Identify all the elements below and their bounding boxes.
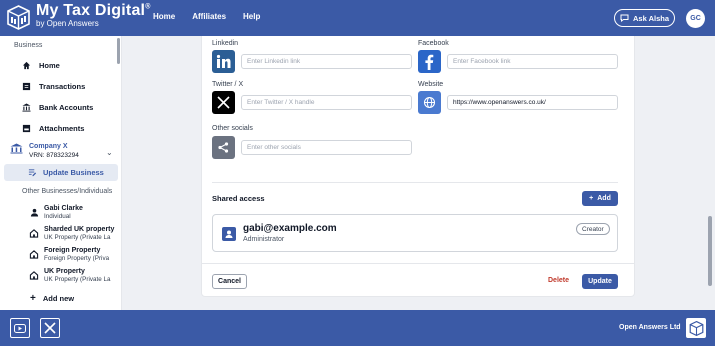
linkedin-input[interactable]: Enter Linkedin link (241, 54, 412, 69)
brand-title: My Tax Digital® (36, 2, 151, 19)
chevron-down-icon[interactable]: ⌄ (106, 148, 113, 157)
attachments-icon (22, 124, 31, 133)
shared-access-user: gabi@example.com Administrator Creator (212, 214, 618, 252)
share-icon (212, 136, 235, 159)
sidebar-item-attachments[interactable]: Attachments (22, 124, 84, 133)
facebook-icon (418, 50, 441, 73)
main-scrollbar[interactable] (708, 216, 712, 286)
x-twitter-icon[interactable] (40, 318, 60, 338)
user-card-icon (222, 227, 236, 241)
user-avatar[interactable]: GC (686, 9, 705, 28)
bottom-bar: Open Answers Ltd (0, 310, 715, 346)
add-shared-access-button[interactable]: + Add (582, 191, 618, 206)
home-icon (22, 61, 31, 70)
edit-list-icon (28, 169, 37, 177)
other-subtitle: Foreign Property (Priva (44, 255, 110, 263)
linkedin-icon (212, 50, 235, 73)
shared-access-title: Shared access (212, 194, 265, 203)
other-title: UK Property (44, 268, 85, 275)
x-twitter-icon (212, 91, 235, 114)
property-icon (29, 229, 39, 238)
ask-alsha-button[interactable]: Ask Alsha (614, 9, 675, 27)
website-label: Website (418, 81, 444, 88)
facebook-label: Facebook (418, 40, 449, 47)
other-socials-input[interactable]: Enter other socials (241, 140, 412, 155)
sidebar: Business Home Transactions Bank Accounts… (0, 36, 122, 310)
company-name: Company X (29, 143, 68, 150)
property-icon (29, 271, 39, 280)
facebook-field: Enter Facebook link (418, 50, 618, 73)
top-bar: My Tax Digital® by Open Answers Home Aff… (0, 0, 715, 36)
sidebar-item-label: Transactions (39, 82, 86, 91)
sidebar-section-other: Other Businesses/Individuals (22, 188, 113, 195)
add-new-label: Add new (42, 294, 75, 303)
sidebar-item-bank-accounts[interactable]: Bank Accounts (22, 103, 93, 112)
plus-icon: + (30, 293, 36, 304)
sidebar-item-transactions[interactable]: Transactions (22, 82, 85, 91)
sidebar-item-home[interactable]: Home (22, 61, 60, 70)
nav-affiliates[interactable]: Affiliates (192, 12, 226, 21)
chat-icon (620, 14, 629, 22)
twitter-field: Enter Twitter / X handle (212, 91, 412, 114)
creator-badge: Creator (576, 223, 610, 235)
website-input[interactable]: https://www.openanswers.co.uk/ (447, 95, 618, 110)
ask-alsha-label: Ask Alsha (633, 13, 669, 23)
nav-home[interactable]: Home (153, 12, 175, 21)
sidebar-item-label: Home (39, 61, 60, 70)
logo-icon[interactable] (6, 5, 31, 30)
sidebar-other-sharded-uk-property[interactable]: Sharded UK property UK Property (Private… (29, 226, 114, 241)
main-nav: Home Affiliates Help (153, 12, 260, 21)
sidebar-section-business: Business (14, 42, 43, 49)
cancel-button[interactable]: Cancel (212, 274, 247, 289)
linkedin-label: Linkedin (212, 40, 239, 47)
company-vrn: VRN: 878323294 (29, 151, 79, 159)
main-content: Linkedin Enter Linkedin link Facebook En… (122, 36, 715, 310)
sidebar-scrollbar[interactable] (117, 38, 120, 64)
linkedin-field: Enter Linkedin link (212, 50, 412, 73)
other-socials-label: Other socials (212, 125, 253, 132)
brand-subtitle: by Open Answers (36, 19, 99, 28)
bank-icon (10, 143, 23, 154)
other-subtitle: UK Property (Private La (44, 276, 111, 284)
other-title: Foreign Property (44, 247, 101, 254)
facebook-input[interactable]: Enter Facebook link (447, 54, 618, 69)
other-subtitle: Individual (44, 213, 71, 221)
add-new-button[interactable]: + Add new (30, 293, 74, 304)
bank-icon (22, 103, 31, 112)
delete-button[interactable]: Delete (548, 277, 569, 284)
other-title: Sharded UK property (44, 226, 115, 233)
add-label: Add (597, 195, 611, 202)
twitter-label: Twitter / X (212, 81, 244, 88)
other-socials-field: Enter other socials (212, 136, 412, 159)
sidebar-other-foreign-property[interactable]: Foreign Property Foreign Property (Priva (29, 247, 109, 262)
sidebar-item-label: Update Business (43, 168, 104, 177)
logo-icon[interactable] (686, 318, 706, 338)
user-role: Administrator (243, 236, 285, 243)
sidebar-item-update-business[interactable]: Update Business (4, 164, 118, 181)
nav-help[interactable]: Help (243, 12, 260, 21)
other-subtitle: UK Property (Private La (44, 234, 111, 242)
update-business-form: Linkedin Enter Linkedin link Facebook En… (201, 36, 635, 297)
sidebar-item-label: Attachments (39, 124, 85, 133)
youtube-icon[interactable] (10, 318, 30, 338)
other-title: Gabi Clarke (44, 205, 83, 212)
footer-company: Open Answers Ltd (619, 324, 681, 331)
property-icon (29, 250, 39, 259)
transactions-icon (22, 82, 31, 91)
divider (202, 263, 634, 264)
website-field: https://www.openanswers.co.uk/ (418, 91, 618, 114)
sidebar-other-uk-property[interactable]: UK Property UK Property (Private La (29, 268, 111, 283)
sidebar-item-label: Bank Accounts (39, 103, 94, 112)
globe-icon (418, 91, 441, 114)
twitter-input[interactable]: Enter Twitter / X handle (241, 95, 412, 110)
divider (212, 182, 618, 183)
brand[interactable]: My Tax Digital® by Open Answers (36, 3, 151, 28)
user-email: gabi@example.com (243, 223, 337, 234)
plus-icon: + (589, 195, 594, 202)
company-selector[interactable]: Company X VRN: 878323294 (10, 143, 79, 159)
person-icon (30, 208, 39, 217)
sidebar-other-gabi-clarke[interactable]: Gabi Clarke Individual (30, 205, 83, 220)
update-button[interactable]: Update (582, 274, 618, 289)
